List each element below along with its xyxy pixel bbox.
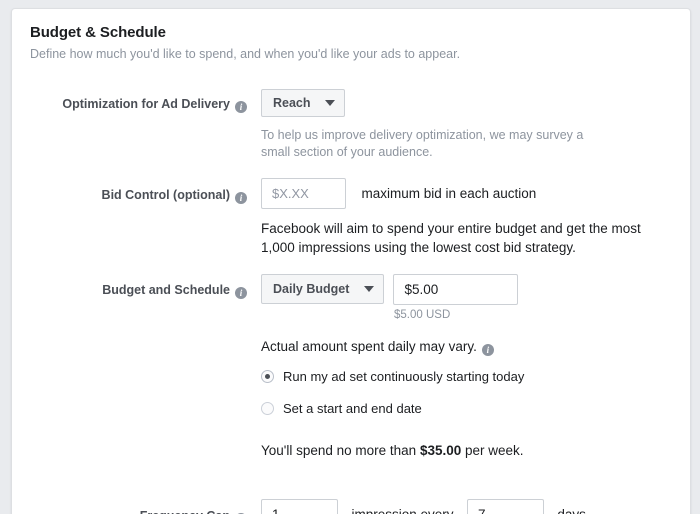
optimization-dropdown-value: Reach: [273, 96, 311, 110]
page-subtitle: Define how much you'd like to spend, and…: [30, 47, 461, 61]
chevron-down-icon: [324, 100, 335, 106]
bid-control-suffix: maximum bid in each auction: [361, 186, 537, 201]
radio-selected-icon[interactable]: [261, 370, 274, 383]
vary-note-group: Actual amount spent daily may vary. i: [261, 337, 690, 356]
bid-control-input[interactable]: [261, 178, 346, 209]
page-root: Budget & Schedule Define how much you'd …: [0, 0, 700, 514]
optimization-label: Optimization for Ad Delivery: [62, 97, 230, 111]
row-optimization: Optimization for Ad Delivery i Reach To h…: [12, 89, 690, 161]
optimization-dropdown[interactable]: Reach: [261, 89, 345, 117]
optimization-label-col: Optimization for Ad Delivery i: [30, 89, 247, 113]
optimization-help-text: To help us improve delivery optimization…: [261, 128, 584, 159]
budget-amount-group: Daily Budget: [261, 274, 690, 305]
optimization-field-col: Reach To help us improve delivery optimi…: [247, 89, 690, 161]
budget-schedule-label-col: Budget and Schedule i: [30, 274, 247, 299]
spend-note-prefix: You'll spend no more than: [261, 443, 420, 458]
budget-type-value: Daily Budget: [273, 282, 350, 296]
bid-control-help-text: Facebook will aim to spend your entire b…: [261, 221, 641, 255]
frequency-middle-text: impression every: [351, 499, 453, 514]
card-header: Budget & Schedule Define how much you'd …: [12, 9, 690, 63]
bid-control-field-col: maximum bid in each auction Facebook wil…: [247, 178, 690, 257]
budget-schedule-card: Budget & Schedule Define how much you'd …: [11, 8, 691, 514]
bid-control-label: Bid Control (optional): [101, 188, 230, 202]
info-icon[interactable]: i: [235, 287, 247, 299]
schedule-option-continuous[interactable]: Run my ad set continuously starting toda…: [261, 365, 690, 388]
frequency-impressions-input[interactable]: [261, 499, 338, 514]
budget-amount-input[interactable]: [393, 274, 519, 305]
chevron-down-icon: [364, 286, 374, 292]
schedule-option-date-range[interactable]: Set a start and end date: [261, 397, 690, 420]
budget-schedule-field-col: Daily Budget $5.00 USD Actual amount spe…: [247, 274, 690, 460]
spend-note-amount: $35.00: [419, 443, 462, 458]
schedule-option-date-range-label: Set a start and end date: [283, 400, 422, 416]
budget-schedule-label: Budget and Schedule: [102, 283, 230, 297]
info-icon[interactable]: i: [481, 344, 494, 356]
row-bid-control: Bid Control (optional) i maximum bid in e…: [12, 178, 690, 257]
info-icon[interactable]: i: [235, 101, 247, 113]
bid-control-label-col: Bid Control (optional) i: [30, 178, 247, 204]
row-frequency-cap: Frequency Capi impression every days: [12, 499, 690, 514]
radio-unselected-icon[interactable]: [261, 402, 274, 415]
page-title: Budget & Schedule: [30, 24, 166, 41]
frequency-cap-label-col: Frequency Capi: [30, 499, 247, 514]
vary-note-text: Actual amount spent daily may vary.: [261, 339, 477, 354]
frequency-suffix: days: [557, 499, 586, 514]
schedule-option-continuous-label: Run my ad set continuously starting toda…: [283, 368, 525, 384]
row-budget-schedule: Budget and Schedule i Daily Budget $5.00 …: [12, 274, 690, 460]
frequency-days-input[interactable]: [466, 499, 544, 514]
info-icon[interactable]: i: [235, 192, 247, 204]
form-rows: Optimization for Ad Delivery i Reach To h…: [12, 89, 690, 514]
schedule-radio-group: Run my ad set continuously starting toda…: [261, 365, 690, 420]
budget-currency-note: $5.00 USD: [394, 309, 451, 321]
budget-type-dropdown[interactable]: Daily Budget: [261, 274, 384, 304]
frequency-cap-field-col: impression every days: [247, 499, 690, 514]
frequency-cap-label: Frequency Cap: [140, 509, 230, 514]
spend-note-suffix: per week.: [461, 443, 524, 458]
spend-note: You'll spend no more than $35.00 per wee…: [261, 441, 690, 460]
